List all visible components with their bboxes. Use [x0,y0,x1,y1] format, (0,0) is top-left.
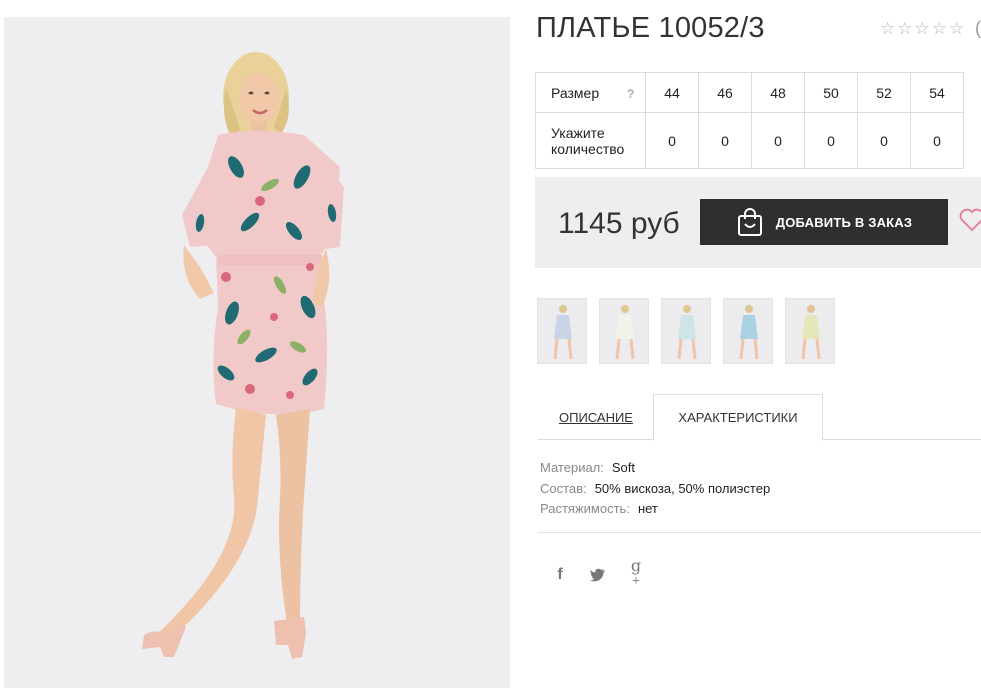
size-cell: 48 [751,72,805,113]
spec-row: Растяжимость: нет [540,499,770,520]
main-product-photo[interactable] [4,17,510,688]
rating-stars[interactable]: ☆ ☆ ☆ ☆ ☆ [880,20,964,37]
thumbnail-gallery [537,298,835,364]
size-row: Размер ? 44 46 48 50 52 54 [535,72,964,113]
quantity-row: Укажите количество 0 0 0 0 0 0 [535,112,964,169]
buy-bar: 1145 руб ДОБАВИТЬ В ЗАКАЗ [535,177,981,268]
shopping-bag-icon [737,208,762,236]
thumbnail-image [801,305,821,360]
thumbnail-image [677,305,697,360]
quantity-label-line1: Укажите [551,124,605,141]
quantity-label-cell: Укажите количество [535,112,646,169]
star-icon[interactable]: ☆ [897,20,912,37]
spec-value: 50% вискоза, 50% полиэстер [594,480,771,496]
tab-description[interactable]: ОПИСАНИЕ [538,394,654,440]
size-quantity-table: Размер ? 44 46 48 50 52 54 Укажите колич… [535,72,964,169]
tab-characteristics[interactable]: ХАРАКТЕРИСТИКИ [653,394,823,441]
thumbnail-image [615,305,635,360]
product-thumbnail[interactable] [599,298,649,364]
spec-row: Состав: 50% вискоза, 50% полиэстер [540,479,770,500]
thumbnail-image [553,305,573,360]
heart-icon[interactable] [959,207,981,233]
spec-value: Soft [611,460,636,475]
star-icon[interactable]: ☆ [915,20,930,37]
spec-key: Материал: [540,460,604,475]
product-title: ПЛАТЬЕ 10052/3 [536,12,765,44]
product-thumbnail[interactable] [537,298,587,364]
size-label: Размер [551,84,600,101]
size-help-icon[interactable]: ? [627,87,634,101]
add-to-order-label: ДОБАВИТЬ В ЗАКАЗ [775,214,913,230]
rating-count: ( [975,18,981,38]
star-icon[interactable]: ☆ [932,20,947,37]
product-tabs: ОПИСАНИЕ ХАРАКТЕРИСТИКИ [538,394,981,441]
product-thumbnail[interactable] [785,298,835,364]
size-cell: 44 [645,72,699,113]
facebook-icon[interactable]: f [552,566,568,584]
quantity-label-line2: количество [551,140,625,157]
size-label-cell: Размер ? [535,72,646,113]
spec-key: Растяжимость: [540,501,630,516]
quantity-input-46[interactable]: 0 [698,112,752,169]
product-thumbnail[interactable] [723,298,773,364]
star-icon[interactable]: ☆ [880,20,895,37]
spec-key: Состав: [540,480,587,496]
quantity-input-52[interactable]: 0 [857,112,911,169]
googleplus-letter: g [630,556,642,575]
quantity-input-54[interactable]: 0 [910,112,964,169]
model-photo-illustration [4,17,510,688]
quantity-input-50[interactable]: 0 [804,112,858,169]
star-icon[interactable]: ☆ [949,20,964,37]
section-divider [538,532,981,533]
characteristics-list: Материал: Soft Состав: 50% вискоза, 50% … [540,458,770,520]
size-cell: 50 [804,72,858,113]
size-cell: 52 [857,72,911,113]
twitter-bird-icon[interactable] [590,568,606,582]
add-to-order-button[interactable]: ДОБАВИТЬ В ЗАКАЗ [700,199,948,245]
price: 1145 руб [558,207,680,240]
thumbnail-image [739,305,759,360]
googleplus-icon[interactable]: g+ [628,556,644,594]
quantity-input-44[interactable]: 0 [645,112,699,169]
size-cell: 54 [910,72,964,113]
spec-value: нет [637,501,658,516]
quantity-input-48[interactable]: 0 [751,112,805,169]
size-cell: 46 [698,72,752,113]
product-thumbnail[interactable] [661,298,711,364]
social-share: f g+ [552,556,644,594]
spec-row: Материал: Soft [540,458,770,479]
